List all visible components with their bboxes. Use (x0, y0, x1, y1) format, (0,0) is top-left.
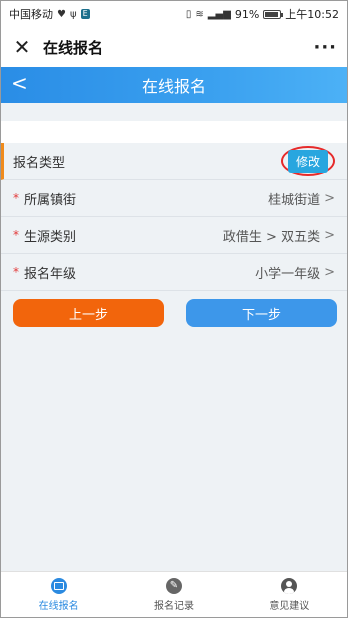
status-bar: 中国移动 ♥ ψ E ▯ ≋ ▂▄▆ 91% 上午10:52 (1, 1, 347, 27)
grade-value: 小学一年级 (255, 266, 321, 282)
usb-icon: ψ (69, 8, 77, 20)
grade-row[interactable]: * 报名年级 小学一年级 > (1, 254, 347, 291)
status-right: ▯ ≋ ▂▄▆ 91% 上午10:52 (186, 6, 339, 22)
required-marker: * (13, 191, 19, 205)
chevron-right-icon: > (324, 190, 335, 206)
close-icon[interactable]: ✕ (11, 35, 33, 59)
student-source-label: 生源类别 (24, 229, 77, 245)
tab-feedback[interactable]: 意见建议 (232, 572, 347, 617)
grade-label: 报名年级 (24, 266, 77, 282)
required-marker: * (13, 265, 19, 279)
phone-screen: 中国移动 ♥ ψ E ▯ ≋ ▂▄▆ 91% 上午10:52 ✕ 在线报名 ··… (0, 0, 348, 618)
next-step-button[interactable]: 下一步 (186, 299, 337, 327)
tab-label: 在线报名 (38, 600, 79, 612)
student-source-value: 政借生 > 双五类 (222, 229, 321, 245)
page-title: 在线报名 (141, 77, 206, 96)
clock: 上午10:52 (285, 8, 339, 21)
town-street-label: 所属镇街 (24, 192, 77, 208)
tab-label: 报名记录 (153, 600, 194, 612)
grade-value-group: 小学一年级 > (255, 263, 335, 282)
monitor-icon (50, 577, 67, 594)
wifi-icon: ≋ (195, 8, 204, 20)
town-street-row[interactable]: * 所属镇街 桂城街道 > (1, 180, 347, 217)
student-source-row[interactable]: * 生源类别 政借生 > 双五类 > (1, 217, 347, 254)
heart-icon: ♥ (57, 8, 66, 20)
registration-form: 报名类型 修改 * 所属镇街 桂城街道 > * 生源类别 政借生 > 双五类 >… (1, 143, 347, 291)
app-bar: ✕ 在线报名 ··· (1, 27, 347, 67)
tab-registration-records[interactable]: ✎ 报名记录 (116, 572, 231, 617)
edit-button[interactable]: 修改 (287, 149, 328, 173)
chevron-right-icon: > (324, 264, 335, 280)
carrier-label: 中国移动 (9, 8, 53, 21)
student-source-value-group: 政借生 > 双五类 > (223, 226, 335, 245)
chevron-right-icon: > (324, 227, 335, 243)
more-icon[interactable]: ··· (313, 37, 337, 58)
registration-type-row: 报名类型 修改 (1, 143, 347, 180)
user-icon (281, 577, 298, 594)
app-badge-icon: E (80, 9, 90, 19)
app-title: 在线报名 (43, 38, 104, 57)
town-street-value: 桂城街道 (268, 192, 321, 208)
signal-icon: ▂▄▆ (207, 8, 231, 20)
spacer-strip (1, 121, 347, 143)
registration-type-label: 报名类型 (13, 155, 66, 171)
page-header: < 在线报名 (1, 67, 347, 103)
bottom-tab-bar: 在线报名 ✎ 报名记录 意见建议 (1, 571, 347, 617)
battery-icon (263, 9, 284, 19)
required-marker: * (13, 228, 19, 242)
town-street-value-group: 桂城街道 > (268, 189, 335, 208)
chevron-left-icon[interactable]: < (11, 71, 28, 95)
status-left: 中国移动 ♥ ψ E (9, 6, 90, 22)
vibrate-icon: ▯ (185, 8, 192, 20)
battery-percent: 91% (234, 7, 260, 21)
step-buttons: 上一步 下一步 (13, 299, 337, 327)
edit-highlight: 修改 (281, 146, 335, 176)
pen-icon: ✎ (165, 577, 182, 594)
battery-fill (265, 11, 279, 17)
previous-step-button[interactable]: 上一步 (13, 299, 164, 327)
tab-online-registration[interactable]: 在线报名 (1, 572, 116, 617)
tab-label: 意见建议 (269, 600, 310, 612)
